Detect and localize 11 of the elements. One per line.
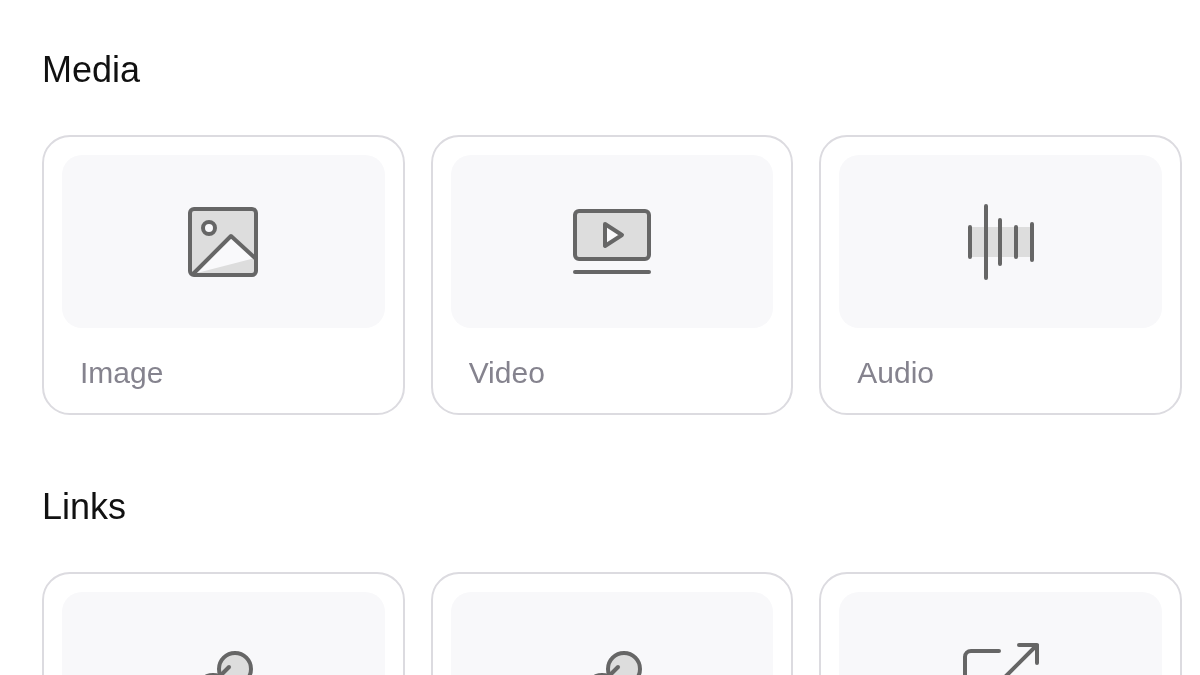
card-label: Audio bbox=[857, 355, 936, 391]
sound-wave-icon bbox=[965, 201, 1036, 282]
card-label: Image bbox=[80, 355, 165, 391]
image-icon bbox=[187, 205, 260, 278]
media-card[interactable]: Audio bbox=[819, 135, 1182, 415]
media-card[interactable]: Video bbox=[430, 135, 794, 415]
section-heading: Media bbox=[42, 48, 142, 92]
card-label: Video bbox=[468, 355, 546, 391]
section-heading: Links bbox=[42, 485, 128, 529]
video-player-icon bbox=[572, 207, 652, 276]
media-card[interactable]: Image bbox=[42, 135, 405, 415]
